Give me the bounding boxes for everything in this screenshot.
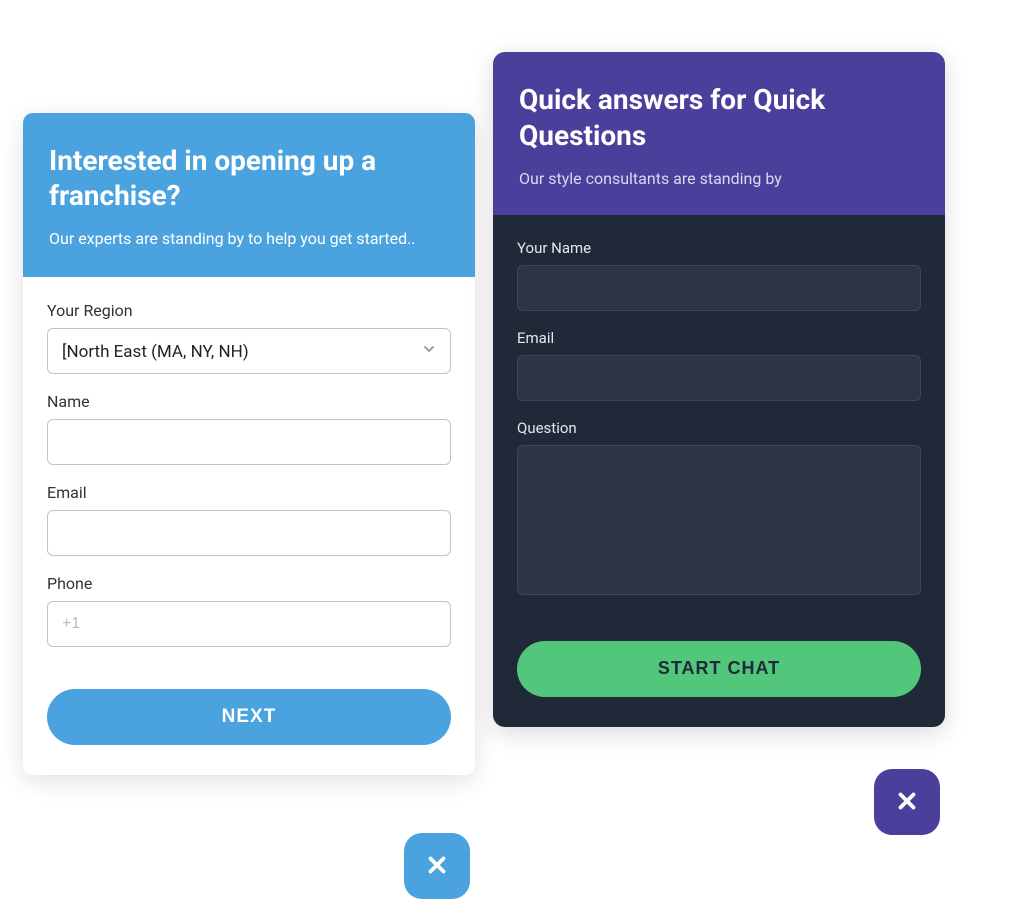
- chat-name-field-group: Your Name: [517, 239, 921, 311]
- close-chat-button[interactable]: [874, 769, 940, 835]
- phone-field-group: Phone: [47, 574, 451, 647]
- chat-email-label: Email: [517, 329, 921, 347]
- start-chat-button[interactable]: START CHAT: [517, 641, 921, 697]
- region-select[interactable]: [North East (MA, NY, NH): [47, 328, 451, 374]
- region-label: Your Region: [47, 301, 451, 320]
- region-select-value: [North East (MA, NY, NH): [47, 328, 451, 374]
- region-field-group: Your Region [North East (MA, NY, NH): [47, 301, 451, 374]
- phone-input[interactable]: [47, 601, 451, 647]
- chat-email-input[interactable]: [517, 355, 921, 401]
- next-button[interactable]: NEXT: [47, 689, 451, 745]
- phone-label: Phone: [47, 574, 451, 593]
- chat-title: Quick answers for Quick Questions: [519, 82, 919, 155]
- name-input[interactable]: [47, 419, 451, 465]
- franchise-title: Interested in opening up a franchise?: [49, 143, 449, 213]
- name-label: Name: [47, 392, 451, 411]
- close-franchise-button[interactable]: [404, 833, 470, 899]
- chat-name-input[interactable]: [517, 265, 921, 311]
- name-field-group: Name: [47, 392, 451, 465]
- franchise-card-header: Interested in opening up a franchise? Ou…: [23, 113, 475, 277]
- franchise-form-card: Interested in opening up a franchise? Ou…: [23, 113, 475, 775]
- chat-card-body: Your Name Email Question START CHAT: [493, 215, 945, 727]
- chat-subtitle: Our style consultants are standing by: [519, 167, 919, 191]
- chat-question-label: Question: [517, 419, 921, 437]
- email-field-group: Email: [47, 483, 451, 556]
- chat-card-header: Quick answers for Quick Questions Our st…: [493, 52, 945, 215]
- franchise-subtitle: Our experts are standing by to help you …: [49, 227, 449, 251]
- close-icon: [894, 788, 920, 817]
- chat-question-input[interactable]: [517, 445, 921, 595]
- franchise-card-body: Your Region [North East (MA, NY, NH) Nam…: [23, 277, 475, 775]
- email-input[interactable]: [47, 510, 451, 556]
- chat-name-label: Your Name: [517, 239, 921, 257]
- chat-question-field-group: Question: [517, 419, 921, 599]
- close-icon: [424, 852, 450, 881]
- chat-form-card: Quick answers for Quick Questions Our st…: [493, 52, 945, 727]
- chat-email-field-group: Email: [517, 329, 921, 401]
- email-label: Email: [47, 483, 451, 502]
